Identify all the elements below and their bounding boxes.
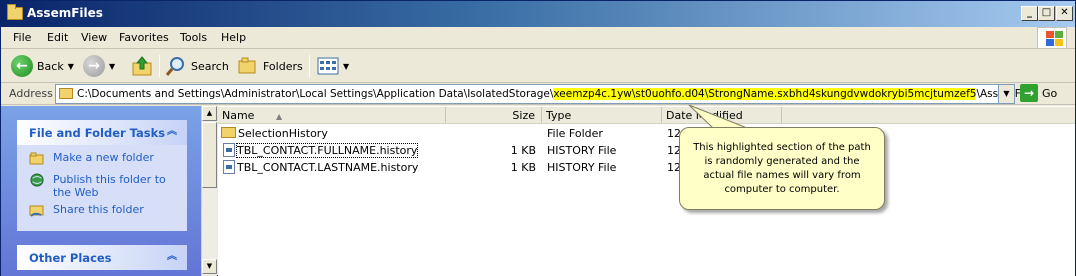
other-places-title: Other Places — [29, 251, 112, 265]
address-label: Address — [9, 87, 53, 100]
close-button[interactable]: ✕ — [1056, 6, 1073, 21]
menu-favorites[interactable]: Favorites — [119, 31, 169, 44]
file-icon — [223, 160, 235, 174]
back-arrow-icon: ← — [11, 55, 33, 77]
go-arrow-icon: → — [1020, 84, 1038, 102]
file-folder-tasks-header[interactable]: File and Folder Tasks ︽ — [17, 120, 187, 145]
go-button[interactable]: → Go — [1020, 84, 1057, 102]
task-pane-scrollbar[interactable]: ▲ ▼ — [201, 106, 217, 276]
views-dropdown-icon[interactable]: ▼ — [343, 62, 349, 71]
task-pane: File and Folder Tasks ︽ Make a new folde… — [1, 106, 201, 276]
file-icon — [223, 143, 235, 157]
search-label: Search — [191, 59, 229, 73]
folder-icon — [7, 4, 23, 20]
views-button[interactable]: ▼ — [317, 53, 349, 79]
menu-edit[interactable]: Edit — [47, 31, 68, 44]
up-folder-icon — [132, 56, 152, 76]
folders-button[interactable]: Folders — [237, 53, 303, 79]
other-places-header[interactable]: Other Places ︽ — [17, 245, 187, 270]
back-button[interactable]: ← Back ▼ — [11, 53, 74, 79]
title-bar[interactable]: AssemFiles _ □ ✕ — [1, 1, 1075, 27]
folder-icon — [221, 127, 236, 138]
back-dropdown-icon[interactable]: ▼ — [68, 62, 74, 71]
magnifier-icon — [165, 57, 184, 76]
maximize-button[interactable]: □ — [1038, 6, 1055, 21]
item-type: HISTORY File — [547, 161, 617, 174]
task-share-folder[interactable]: Share this folder — [25, 203, 179, 221]
address-path[interactable]: C:\Documents and Settings\Administrator\… — [77, 88, 1038, 100]
scroll-up-arrow-icon[interactable]: ▲ — [202, 106, 217, 121]
toolbar-separator — [309, 55, 310, 77]
forward-dropdown-icon[interactable]: ▼ — [109, 62, 115, 71]
globe-icon — [30, 173, 44, 187]
column-date-modified[interactable]: Date Modified — [662, 107, 782, 124]
address-input[interactable]: C:\Documents and Settings\Administrator\… — [55, 84, 1038, 104]
toolbar-separator — [159, 55, 160, 77]
item-size: 1 KB — [510, 161, 536, 174]
menu-file[interactable]: File — [13, 31, 31, 44]
menu-help[interactable]: Help — [221, 31, 246, 44]
sort-ascending-icon: ▲ — [275, 112, 283, 121]
folders-label: Folders — [263, 59, 303, 73]
toolbar: ← Back ▼ → ▼ Search Folders ▼ — [1, 49, 1075, 83]
forward-arrow-icon: → — [83, 55, 105, 77]
column-type[interactable]: Type — [542, 107, 662, 124]
file-folder-tasks-panel: File and Folder Tasks ︽ Make a new folde… — [17, 120, 187, 231]
file-list: Name ▲ Size Type Date Modified Selection… — [218, 106, 1075, 276]
list-item[interactable]: SelectionHistory File Folder 12/ — [218, 125, 1075, 142]
column-name[interactable]: Name ▲ — [218, 107, 446, 124]
explorer-window: AssemFiles _ □ ✕ File Edit View Favorite… — [0, 0, 1076, 276]
item-name: TBL_CONTACT.LASTNAME.history — [237, 161, 419, 174]
menu-bar: File Edit View Favorites Tools Help — [1, 27, 1075, 49]
views-icon — [317, 57, 339, 75]
column-filler — [782, 107, 1075, 124]
item-name: TBL_CONTACT.FULLNAME.history — [235, 143, 419, 158]
other-places-panel: Other Places ︽ — [17, 245, 187, 270]
folder-icon — [59, 88, 73, 99]
minimize-button[interactable]: _ — [1021, 6, 1038, 21]
list-item[interactable]: TBL_CONTACT.FULLNAME.history 1 KB HISTOR… — [218, 142, 1075, 159]
windows-logo-icon — [1037, 27, 1067, 49]
go-label: Go — [1042, 86, 1058, 100]
window-title: AssemFiles — [27, 6, 103, 20]
menu-view[interactable]: View — [81, 31, 107, 44]
item-type: HISTORY File — [547, 144, 617, 157]
collapse-chevron-icon[interactable]: ︽ — [165, 125, 179, 139]
column-size[interactable]: Size — [446, 107, 542, 124]
up-button[interactable] — [131, 53, 153, 79]
file-folder-tasks-title: File and Folder Tasks — [29, 126, 166, 140]
item-type: File Folder — [547, 127, 603, 140]
callout-text: This highlighted section of the path is … — [693, 142, 871, 195]
address-dropdown-icon[interactable]: ▼ — [998, 85, 1014, 103]
list-item[interactable]: TBL_CONTACT.LASTNAME.history 1 KB HISTOR… — [218, 159, 1075, 176]
item-name: SelectionHistory — [238, 127, 328, 140]
task-publish-folder-web[interactable]: Publish this folder to the Web — [25, 173, 179, 199]
new-folder-icon — [29, 152, 44, 165]
forward-button[interactable]: → ▼ — [83, 53, 115, 79]
task-make-new-folder[interactable]: Make a new folder — [25, 151, 179, 169]
item-size: 1 KB — [510, 144, 536, 157]
back-label: Back — [37, 59, 64, 73]
address-path-prefix: C:\Documents and Settings\Administrator\… — [77, 88, 554, 100]
scroll-down-arrow-icon[interactable]: ▼ — [202, 259, 217, 274]
collapse-chevron-icon[interactable]: ︽ — [165, 250, 179, 264]
menu-tools[interactable]: Tools — [180, 31, 207, 44]
search-button[interactable]: Search — [165, 53, 229, 79]
address-path-highlight: xeemzp4c.1yw\st0uohfo.d04\StrongName.sxb… — [553, 88, 977, 100]
scroll-thumb[interactable] — [202, 122, 217, 188]
address-bar: Address C:\Documents and Settings\Admini… — [1, 83, 1075, 105]
annotation-callout: This highlighted section of the path is … — [679, 127, 885, 210]
share-folder-icon — [29, 205, 44, 217]
folders-icon — [238, 57, 256, 74]
